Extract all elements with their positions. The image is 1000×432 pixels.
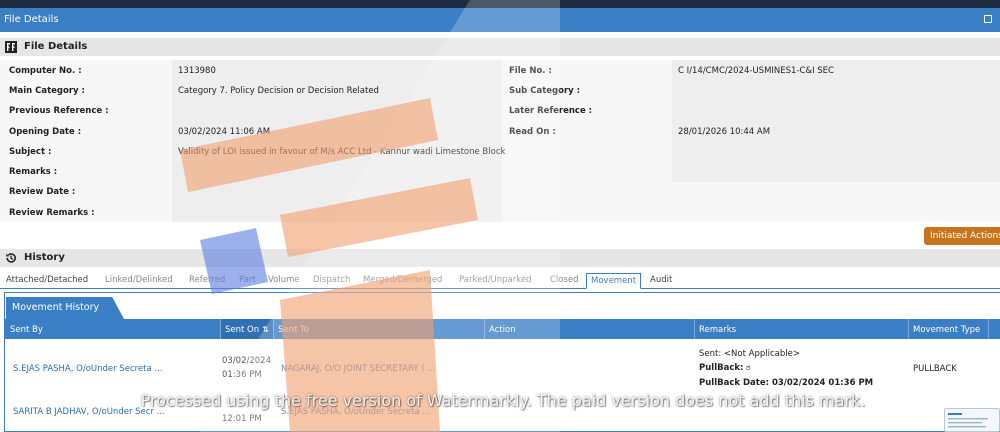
column-header-remarks[interactable]: Remarks [699,325,736,335]
tab-parked-unparked[interactable]: Parked/Unparked [459,275,532,285]
file-details-title: File Details [24,41,88,52]
column-divider [273,319,274,339]
sent-to-link[interactable]: S.EJAS PASHA, O/oUnder Secreta ... [281,407,431,417]
file-details-grid: Computer No. : 1313980 File No. : C I/14… [0,60,1000,222]
detail-label: Subject : [9,147,52,157]
detail-label: Later Reference : [509,106,593,116]
detail-row: Main Category : Category 7. Policy Decis… [0,80,1000,100]
sort-icon[interactable]: ⇅ [262,325,269,334]
file-no-value: C I/14/CMC/2024-USMINES1-C&I SEC [678,66,834,76]
detail-label: Review Date : [9,187,76,197]
history-icon [6,253,16,263]
column-divider [988,319,989,339]
detail-label: Remarks : [9,167,58,177]
detail-label: Read On : [509,127,556,137]
detail-label: Main Category : [9,86,85,96]
main-category-value: Category 7. Policy Decision or Decision … [178,86,379,96]
tab-volume[interactable]: Volume [268,275,300,285]
pullback-value: ಠ [746,363,751,373]
tab-part[interactable]: Part [239,275,256,285]
tab-merged-demerged[interactable]: Merged/Demerged [363,275,442,285]
column-divider [484,319,485,339]
window-title: File Details [4,14,59,25]
detail-label: Previous Reference : [9,106,109,116]
tab-attached-detached[interactable]: Attached/Detached [6,275,88,285]
read-on-value: 28/01/2026 10:44 AM [678,127,771,137]
movement-table-header: Sent By Sent On ⇅ Sent To Action Remarks … [4,319,1000,339]
tab-closed[interactable]: Closed [550,275,579,285]
pullback-label: PullBack: [699,363,744,373]
detail-row: Opening Date : 03/02/2024 11:06 AM Read … [0,121,1000,141]
column-divider [694,319,695,339]
tab-audit[interactable]: Audit [650,275,672,285]
history-header: History [0,249,1000,267]
computer-no-value: 1313980 [178,66,216,76]
subject-value: Validity of LOI issued in favour of M/s … [178,147,506,157]
window-titlebar: File Details [0,8,1000,32]
detail-label: Computer No. : [9,66,82,76]
maximize-icon[interactable] [984,15,992,23]
history-title: History [24,252,65,263]
initiated-actions-button[interactable]: Initiated Actions [924,227,1000,245]
sent-on-time: 12:01 PM [222,414,262,424]
tab-linked-delinked[interactable]: Linked/Delinked [105,275,173,285]
detail-row: Review Remarks : [0,202,1000,222]
detail-label: Review Remarks : [9,208,95,218]
detail-row: Review Date : [0,181,1000,201]
movement-history-title: Movement History [6,297,124,319]
detail-row: Previous Reference : Later Reference : [0,100,1000,120]
detail-label: Sub Category : [509,86,581,96]
sent-on-time: 01:36 PM [222,370,262,380]
sent-by-link[interactable]: SARITA B JADHAV, O/oUnder Secr ... [13,407,165,417]
sent-on-label: Sent On [225,325,260,335]
detail-label: File No. : [509,66,552,76]
sent-on-date: 03/02/2024 [222,356,271,366]
remarks-sent: Sent: <Not Applicable> [699,349,800,359]
sent-by-link[interactable]: S.EJAS PASHA, O/oUnder Secreta ... [13,364,163,374]
movement-type: PULLBACK [913,364,957,374]
file-details-icon [5,41,17,53]
column-header-movement-type[interactable]: Movement Type [913,325,980,335]
file-details-header: File Details [0,38,1000,56]
detail-label: Opening Date : [9,127,82,137]
sent-to-link[interactable]: NAGARAJ, O/O JOINT SECRETARY ( ... [281,364,435,374]
top-strip [0,0,1000,8]
column-divider [908,319,909,339]
tab-referred[interactable]: Referred [189,275,225,285]
remarks-pullback: PullBack: ಠ [699,363,751,373]
detail-row: Computer No. : 1313980 File No. : C I/14… [0,60,1000,80]
remarks-pullback-date: PullBack Date: 03/02/2024 01:36 PM [699,378,874,388]
history-tabs: Attached/Detached Linked/Delinked Referr… [0,273,1000,289]
tab-dispatch[interactable]: Dispatch [313,275,350,285]
preview-thumbnail-icon [944,408,1000,432]
column-header-sent-by[interactable]: Sent By [10,325,43,335]
detail-row: Remarks : [0,161,1000,181]
column-header-sent-to[interactable]: Sent To [278,325,309,335]
opening-date-value: 03/02/2024 11:06 AM [178,127,271,137]
tab-movement[interactable]: Movement [586,273,642,289]
detail-row: Subject : Validity of LOI issued in favo… [0,141,1000,161]
column-header-action[interactable]: Action [489,325,516,335]
column-header-sent-on[interactable]: Sent On ⇅ [221,319,273,339]
table-row[interactable]: S.EJAS PASHA, O/oUnder Secreta ... 03/02… [4,342,1000,394]
table-row[interactable]: SARITA B JADHAV, O/oUnder Secr ... 12:01… [4,396,1000,432]
